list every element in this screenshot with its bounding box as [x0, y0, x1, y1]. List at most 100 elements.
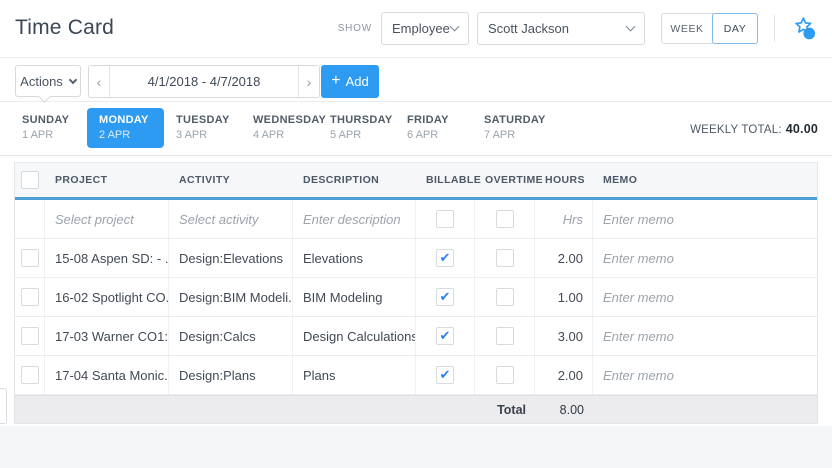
day-date: 4 APR	[253, 129, 285, 141]
time-entry-table: ✔ PROJECT ACTIVITY DESCRIPTION BILLABLE …	[14, 162, 818, 424]
activity-cell[interactable]: Design:Plans	[169, 356, 293, 394]
memo-cell[interactable]: Enter memo	[593, 239, 817, 277]
page-title: Time Card	[15, 16, 115, 39]
check-icon: ✔	[439, 367, 451, 383]
employee-select[interactable]: Scott Jackson	[477, 12, 645, 45]
overtime-checkbox[interactable]: ✔	[495, 288, 514, 306]
day-tab-bar: SUNDAY 1 APR MONDAY 2 APR TUESDAY 3 APR …	[0, 103, 832, 156]
day-tab-sunday[interactable]: SUNDAY 1 APR	[10, 108, 87, 148]
hours-cell[interactable]: 1.00	[535, 278, 593, 316]
day-date: 1 APR	[22, 129, 54, 141]
select-all-checkbox[interactable]: ✔	[21, 171, 39, 189]
project-cell[interactable]: 15-08 Aspen SD: - ...	[45, 239, 169, 277]
day-tab-friday[interactable]: FRIDAY 6 APR	[395, 108, 472, 148]
description-cell[interactable]: BIM Modeling	[293, 278, 416, 316]
billable-checkbox[interactable]: ✔	[436, 210, 454, 228]
day-name: THURSDAY	[330, 114, 393, 126]
check-icon: ✔	[439, 250, 451, 266]
hours-input-field[interactable]: Hrs	[535, 200, 593, 238]
description-cell[interactable]: Design Calculations	[293, 317, 416, 355]
activity-cell[interactable]: Design:Elevations	[169, 239, 293, 277]
memo-cell[interactable]: Enter memo	[593, 278, 817, 316]
table-row: 15-08 Aspen SD: - ... Design:Elevations …	[15, 239, 817, 278]
day-date: 3 APR	[176, 129, 208, 141]
overtime-checkbox[interactable]: ✔	[495, 366, 514, 384]
employee-value: Scott Jackson	[488, 21, 569, 36]
day-date: 6 APR	[407, 129, 439, 141]
activity-cell[interactable]: Design:Calcs	[169, 317, 293, 355]
weekly-total-label: WEEKLY TOTAL:	[690, 124, 782, 136]
day-name: SATURDAY	[484, 114, 546, 126]
column-header-billable: BILLABLE	[426, 174, 482, 186]
column-header-memo: MEMO	[603, 174, 638, 186]
check-icon: ✔	[439, 328, 451, 344]
billable-checkbox[interactable]: ✔	[436, 366, 454, 384]
total-value: 8.00	[559, 402, 584, 417]
day-tab-tuesday[interactable]: TUESDAY 3 APR	[164, 108, 241, 148]
overtime-checkbox[interactable]: ✔	[495, 210, 514, 228]
column-header-overtime: OVERTIME	[485, 174, 544, 186]
row-select-checkbox[interactable]	[20, 249, 39, 267]
day-tab-monday[interactable]: MONDAY 2 APR	[87, 108, 164, 148]
project-cell[interactable]: 17-03 Warner CO1:...	[45, 317, 169, 355]
day-toggle-button[interactable]: DAY	[712, 13, 758, 44]
show-by-select[interactable]: Employee	[381, 12, 469, 45]
toolbar: Actions ‹ 4/1/2018 - 4/7/2018 › + Add	[0, 59, 832, 103]
day-name: MONDAY	[99, 114, 149, 126]
weekly-total: WEEKLY TOTAL: 40.00	[690, 122, 818, 136]
project-cell[interactable]: 17-04 Santa Monic...	[45, 356, 169, 394]
description-cell[interactable]: Elevations	[293, 239, 416, 277]
table-row: 17-04 Santa Monic... Design:Plans Plans …	[15, 356, 817, 395]
hours-cell[interactable]: 2.00	[535, 356, 593, 394]
date-range-display[interactable]: 4/1/2018 - 4/7/2018	[109, 66, 299, 97]
total-label: Total	[497, 402, 526, 417]
hours-cell[interactable]: 2.00	[535, 239, 593, 277]
week-toggle-button[interactable]: WEEK	[661, 13, 713, 44]
overtime-checkbox[interactable]: ✔	[495, 327, 514, 345]
billable-checkbox[interactable]: ✔	[436, 327, 454, 345]
activity-select-field[interactable]: Select activity	[169, 200, 293, 238]
column-header-description: DESCRIPTION	[303, 174, 380, 186]
actions-button[interactable]: Actions	[15, 65, 81, 97]
memo-cell[interactable]: Enter memo	[593, 317, 817, 355]
actions-label: Actions	[20, 73, 63, 89]
top-bar-controls: SHOW Employee Scott Jackson WEEK DAY	[338, 12, 818, 45]
day-name: FRIDAY	[407, 114, 449, 126]
day-tab-saturday[interactable]: SATURDAY 7 APR	[472, 108, 549, 148]
memo-cell[interactable]: Enter memo	[593, 356, 817, 394]
table-row: 16-02 Spotlight CO... Design:BIM Modeli.…	[15, 278, 817, 317]
hours-cell[interactable]: 3.00	[535, 317, 593, 355]
favorite-star-icon[interactable]	[790, 15, 818, 43]
next-week-button[interactable]: ›	[299, 66, 319, 97]
add-entry-button[interactable]: + Add	[321, 65, 379, 98]
day-tab-wednesday[interactable]: WEDNESDAY 4 APR	[241, 108, 326, 148]
check-icon: ✔	[439, 289, 451, 305]
column-header-activity: ACTIVITY	[179, 174, 231, 186]
day-date: 2 APR	[99, 129, 131, 141]
row-select-checkbox[interactable]	[20, 366, 39, 384]
show-label: SHOW	[337, 23, 372, 34]
day-name: TUESDAY	[176, 114, 230, 126]
activity-cell[interactable]: Design:BIM Modeli...	[169, 278, 293, 316]
memo-input-field[interactable]: Enter memo	[593, 200, 817, 238]
billable-checkbox[interactable]: ✔	[436, 249, 454, 267]
description-input-field[interactable]: Enter description	[293, 200, 416, 238]
overtime-checkbox[interactable]: ✔	[495, 249, 514, 267]
day-tab-thursday[interactable]: THURSDAY 5 APR	[318, 108, 395, 148]
day-date: 5 APR	[330, 129, 362, 141]
new-entry-row: Select project Select activity Enter des…	[15, 200, 817, 239]
chevron-down-icon	[68, 75, 78, 84]
description-cell[interactable]: Plans	[293, 356, 416, 394]
project-select-field[interactable]: Select project	[45, 200, 169, 238]
column-header-project: PROJECT	[55, 174, 108, 186]
time-card-page: Time Card SHOW Employee Scott Jackson WE…	[0, 0, 832, 468]
side-panel-handle[interactable]	[0, 388, 7, 424]
project-cell[interactable]: 16-02 Spotlight CO...	[45, 278, 169, 316]
previous-week-button[interactable]: ‹	[89, 66, 109, 97]
date-range-navigator: ‹ 4/1/2018 - 4/7/2018 ›	[88, 65, 320, 98]
row-select-checkbox[interactable]	[20, 327, 39, 345]
weekly-total-value: 40.00	[785, 122, 818, 136]
top-bar: Time Card SHOW Employee Scott Jackson WE…	[0, 0, 832, 58]
row-select-checkbox[interactable]	[20, 288, 39, 306]
billable-checkbox[interactable]: ✔	[436, 288, 454, 306]
